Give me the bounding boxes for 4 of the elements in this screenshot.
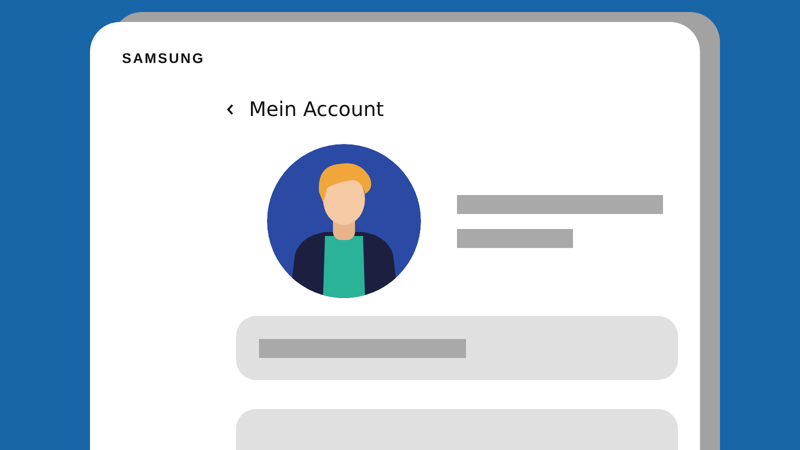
page-title: Mein Account <box>249 97 384 121</box>
back-icon[interactable] <box>226 102 235 116</box>
list-item-panel[interactable] <box>236 316 678 380</box>
brand-logo: SAMSUNG <box>122 50 206 66</box>
